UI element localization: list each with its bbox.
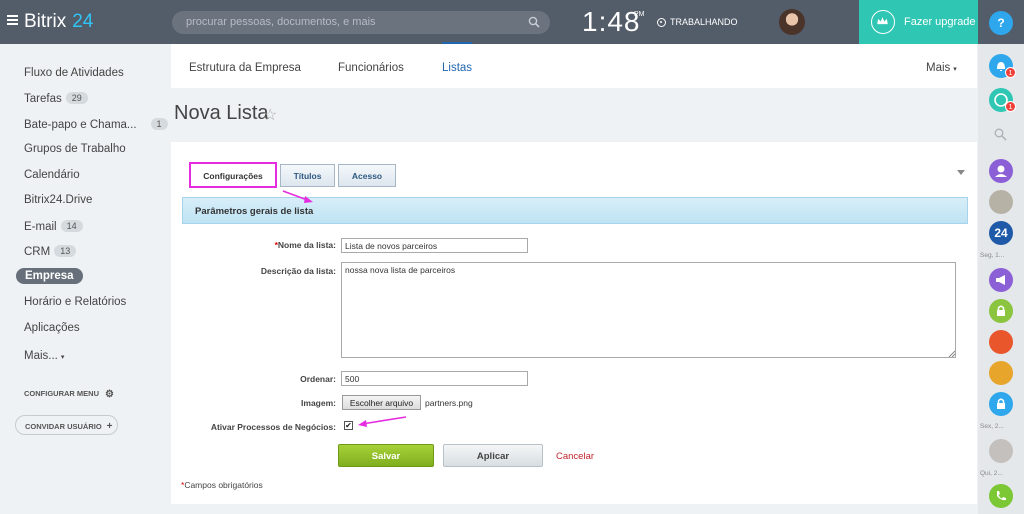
top-bar: Bitrix 24 procurar pessoas, documentos, e… xyxy=(0,0,1024,44)
description-textarea[interactable]: nossa nova lista de parceiros xyxy=(341,262,956,358)
contact-avatar[interactable] xyxy=(989,439,1013,463)
contact-avatar[interactable] xyxy=(989,190,1013,214)
tab-lists[interactable]: Listas xyxy=(442,62,472,74)
left-menu: Fluxo de Atividades Tarefas 29 Bate-papo … xyxy=(0,44,170,514)
chat-date-label: Seg, 1... xyxy=(980,252,1005,259)
menu-item-drive[interactable]: Bitrix24.Drive xyxy=(24,194,92,206)
record-icon[interactable] xyxy=(657,18,666,27)
menu-item-crm[interactable]: CRM 13 xyxy=(24,245,77,258)
resize-handle-icon[interactable] xyxy=(948,350,955,357)
menu-item-tasks[interactable]: Tarefas 29 xyxy=(24,92,88,105)
menu-icon[interactable] xyxy=(7,15,18,25)
upgrade-button[interactable]: Fazer upgrade xyxy=(859,0,978,44)
menu-item-calendar[interactable]: Calendário xyxy=(24,169,80,181)
bitrix24-chat-icon[interactable]: 24 xyxy=(989,221,1013,245)
chat-badge: 1 xyxy=(1005,101,1016,112)
active-tab-indicator xyxy=(442,42,472,44)
plus-icon: + xyxy=(106,421,113,432)
more-nav-button[interactable]: Mais ▾ xyxy=(926,62,957,74)
tab-access[interactable]: Acesso xyxy=(338,164,396,187)
star-icon[interactable]: ☆ xyxy=(263,105,277,125)
crown-icon xyxy=(871,10,895,34)
description-label: Descrição da lista: xyxy=(260,266,336,276)
avatar[interactable] xyxy=(779,9,805,35)
save-button[interactable]: Salvar xyxy=(338,444,434,467)
menu-item-chat[interactable]: Bate-papo e Chama... 1 xyxy=(24,118,168,131)
menu-item-activity[interactable]: Fluxo de Atividades xyxy=(24,67,124,79)
tab-employees[interactable]: Funcionários xyxy=(338,62,404,74)
name-label: *Nome da lista: xyxy=(274,240,336,250)
invite-user-button[interactable]: CONVIDAR USUÁRIO + xyxy=(15,415,118,435)
search-icon[interactable] xyxy=(528,16,540,28)
megaphone-icon[interactable] xyxy=(989,268,1013,292)
image-label: Imagem: xyxy=(301,398,336,408)
count-badge: 1 xyxy=(150,118,168,130)
menu-item-workgroups[interactable]: Grupos de Trabalho xyxy=(24,143,126,155)
configure-menu-button[interactable]: CONFIGURAR MENU ⚙ xyxy=(24,389,114,400)
choose-file-button[interactable]: Escolher arquivo xyxy=(342,395,421,410)
gear-icon: ⚙ xyxy=(105,389,114,400)
menu-item-time-reports[interactable]: Horário e Relatórios xyxy=(24,296,126,308)
list-name-input[interactable]: Lista de novos parceiros xyxy=(341,238,528,253)
contact-avatar[interactable] xyxy=(989,361,1013,385)
business-process-checkbox[interactable]: ✔ xyxy=(344,421,353,430)
search-input[interactable]: procurar pessoas, documentos, e mais xyxy=(172,11,550,34)
count-badge: 14 xyxy=(60,220,83,232)
upgrade-label: Fazer upgrade xyxy=(904,16,976,28)
required-fields-note: *Campos obrigatórios xyxy=(181,480,263,490)
contact-avatar[interactable] xyxy=(989,330,1013,354)
search-placeholder: procurar pessoas, documentos, e mais xyxy=(186,16,376,28)
work-status[interactable]: TRABALHANDO xyxy=(670,17,738,27)
menu-item-email[interactable]: E-mail 14 xyxy=(24,220,83,233)
tab-configuracoes[interactable]: Configurações xyxy=(189,162,277,188)
chat-date-label: Qui, 2... xyxy=(980,470,1003,477)
help-button[interactable]: ? xyxy=(989,11,1013,35)
clock-ampm: PM xyxy=(634,11,645,18)
user-group-icon[interactable] xyxy=(989,159,1013,183)
tab-company-structure[interactable]: Estrutura da Empresa xyxy=(189,62,301,74)
chevron-down-icon[interactable] xyxy=(957,170,965,175)
section-header: Parâmetros gerais de lista xyxy=(182,197,968,224)
cancel-link[interactable]: Cancelar xyxy=(556,451,594,462)
count-badge: 29 xyxy=(65,92,88,104)
tab-titles[interactable]: Títulos xyxy=(280,164,335,187)
order-input[interactable]: 500 xyxy=(341,371,528,386)
menu-item-company[interactable]: Empresa xyxy=(16,268,83,284)
menu-item-apps[interactable]: Aplicações xyxy=(24,322,80,334)
file-name: partners.png xyxy=(425,398,473,408)
company-nav: Estrutura da Empresa Funcionários Listas xyxy=(171,44,977,88)
clock[interactable]: 1:48 xyxy=(582,6,641,38)
logo[interactable]: Bitrix 24 xyxy=(24,11,93,33)
lock-icon[interactable] xyxy=(989,299,1013,323)
phone-icon[interactable] xyxy=(989,484,1013,508)
count-badge: 13 xyxy=(54,245,77,257)
search-icon[interactable] xyxy=(994,128,1007,141)
order-label: Ordenar: xyxy=(300,374,336,384)
apply-button[interactable]: Aplicar xyxy=(443,444,543,467)
page-title: Nova Lista xyxy=(174,102,269,124)
lock-icon[interactable] xyxy=(989,392,1013,416)
menu-item-more[interactable]: Mais... ▾ xyxy=(24,350,64,362)
business-process-label: Ativar Processos de Negócios: xyxy=(210,422,336,432)
chat-date-label: Sex, 2... xyxy=(980,423,1004,430)
notification-badge: 1 xyxy=(1005,67,1016,78)
